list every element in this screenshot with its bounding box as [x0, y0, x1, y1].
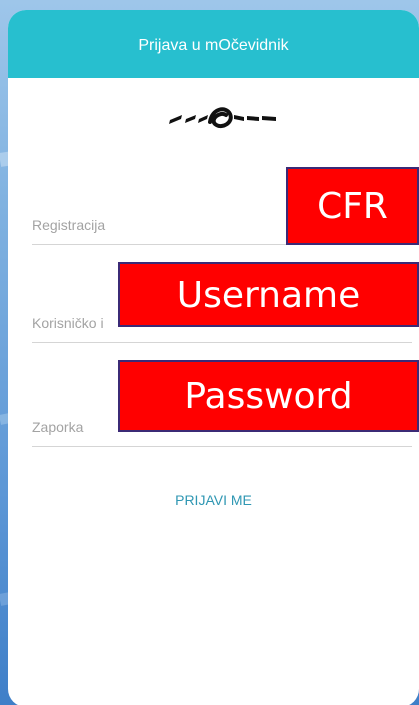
- annotation-cfr: CFR: [286, 167, 419, 245]
- login-card: Prijava u mOčevidnik PRIJAVI ME: [8, 10, 419, 705]
- annotation-username: Username: [118, 262, 419, 327]
- page-title: Prijava u mOčevidnik: [138, 37, 289, 54]
- login-button[interactable]: PRIJAVI ME: [8, 492, 419, 508]
- knot-logo-icon: [169, 107, 276, 129]
- app-titlebar: Prijava u mOčevidnik: [8, 10, 419, 78]
- annotation-password: Password: [118, 360, 419, 432]
